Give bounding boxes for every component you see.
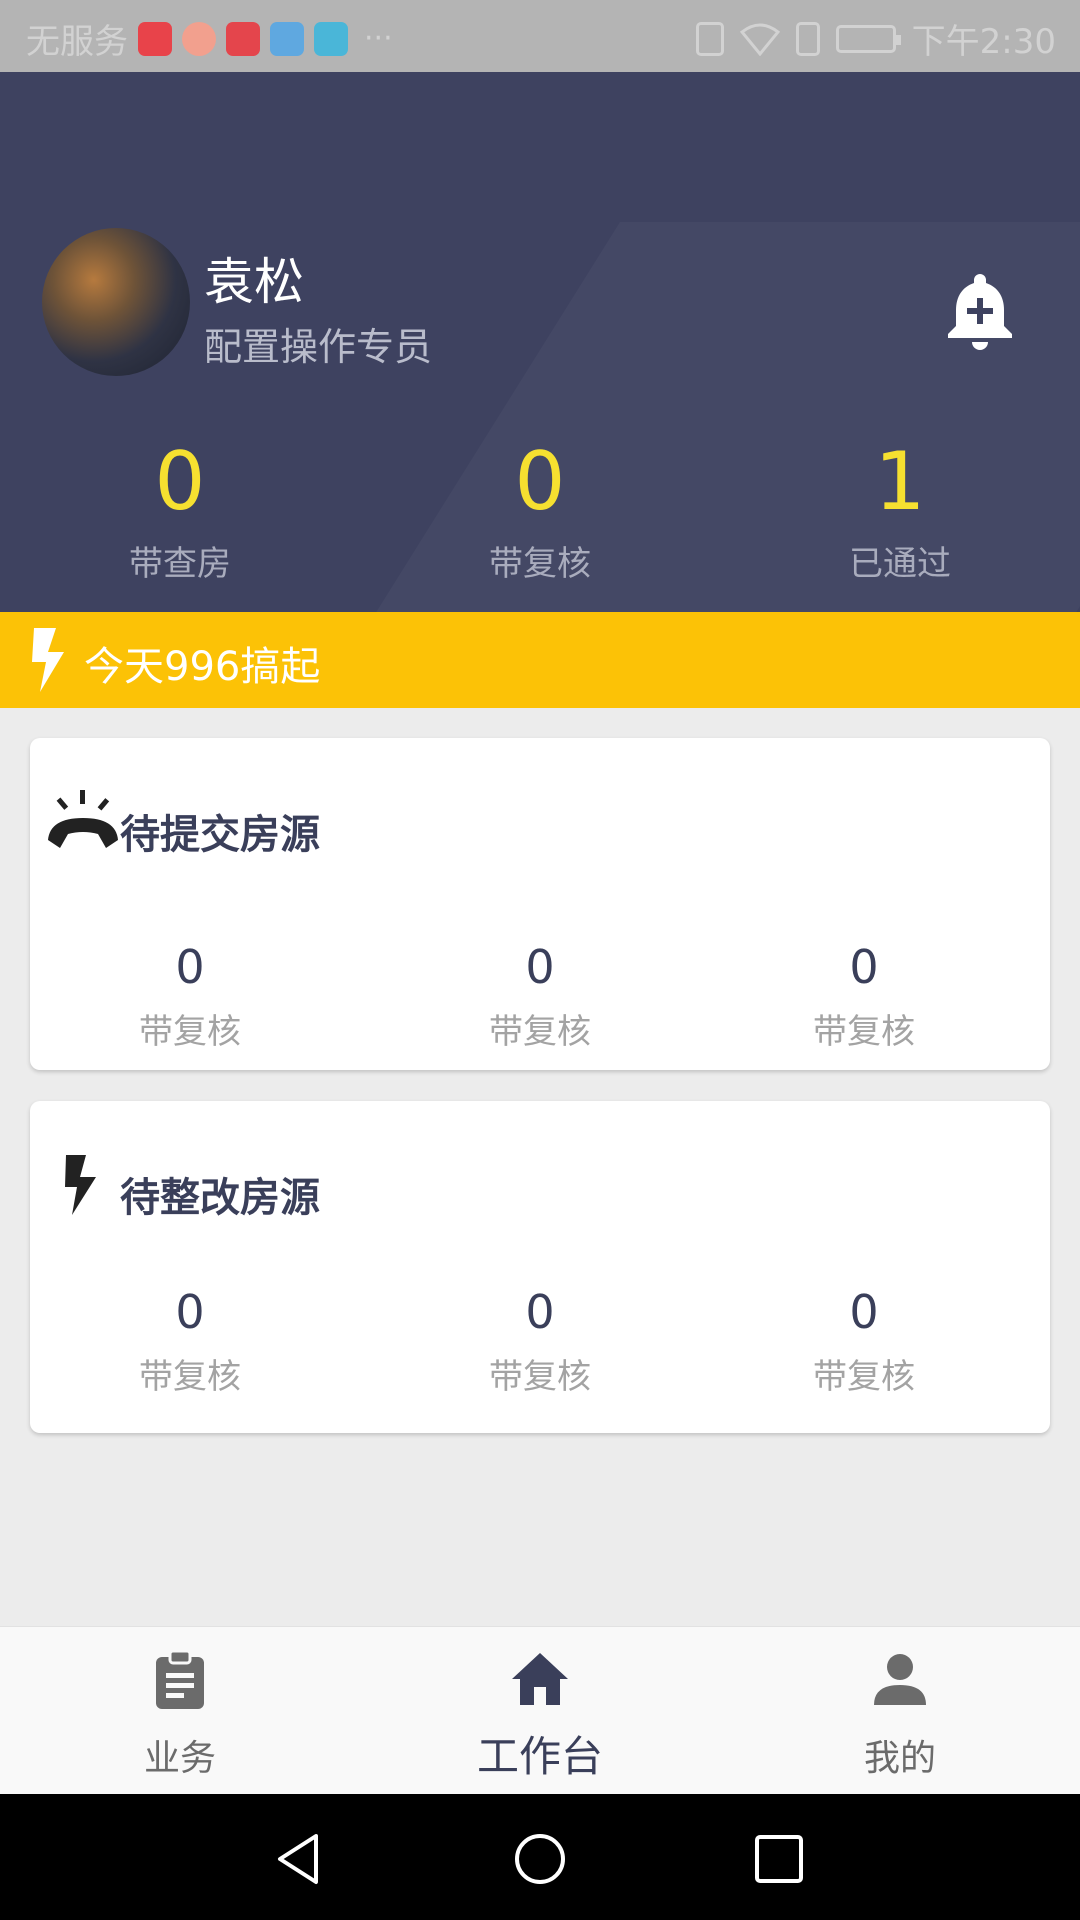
card-stat-label: 带复核 bbox=[813, 1012, 915, 1052]
more-notifications-icon: ··· bbox=[364, 21, 393, 56]
system-nav-bar bbox=[0, 1794, 1080, 1920]
person-icon bbox=[874, 1654, 926, 1705]
card-title: 待整改房源 bbox=[120, 1175, 320, 1221]
card-pending-submit: 待提交房源 0 带复核 0 带复核 0 带复核 bbox=[30, 738, 1050, 1070]
stat-value: 1 bbox=[874, 435, 926, 528]
back-icon[interactable] bbox=[272, 1832, 326, 1886]
stat-pending-check[interactable]: 0 带查房 bbox=[30, 442, 330, 585]
card-stat-label: 带复核 bbox=[489, 1012, 591, 1052]
lightning-icon bbox=[65, 1155, 96, 1215]
card-stat-value: 0 bbox=[175, 940, 205, 994]
banner-text: 今天996搞起 bbox=[84, 644, 321, 690]
vibrate-icon bbox=[695, 21, 724, 56]
card-stat-label: 带复核 bbox=[139, 1357, 241, 1397]
home-icon bbox=[512, 1653, 568, 1705]
card-stat-label: 带复核 bbox=[139, 1012, 241, 1052]
clipboard-icon bbox=[156, 1649, 204, 1709]
stat-label: 带复核 bbox=[489, 544, 591, 584]
card-stat[interactable]: 0 带复核 bbox=[704, 1289, 1024, 1398]
profile-header: 袁松 配置操作专员 0 带查房 0 带复核 1 已通过 bbox=[0, 72, 1080, 612]
avatar[interactable] bbox=[42, 228, 190, 376]
card-title: 待提交房源 bbox=[120, 812, 320, 858]
nav-label: 工作台 bbox=[476, 1732, 603, 1781]
recents-icon[interactable] bbox=[752, 1832, 806, 1886]
user-role: 配置操作专员 bbox=[204, 325, 433, 369]
clock-text: 下午2:30 bbox=[911, 22, 1056, 62]
user-name: 袁松 bbox=[204, 253, 304, 311]
nav-label: 业务 bbox=[143, 1738, 216, 1779]
phone-ringing-icon bbox=[48, 790, 118, 848]
stat-label: 带查房 bbox=[129, 544, 231, 584]
bottom-nav: 业务 工作台 我的 bbox=[0, 1626, 1080, 1795]
card-stat[interactable]: 0 带复核 bbox=[30, 1289, 350, 1398]
app-notification-icon bbox=[182, 21, 216, 56]
stat-label: 已通过 bbox=[849, 544, 951, 584]
battery-icon bbox=[835, 24, 901, 53]
card-stat-label: 带复核 bbox=[489, 1357, 591, 1397]
card-stat[interactable]: 0 带复核 bbox=[380, 1289, 700, 1398]
app-notification-icon bbox=[138, 21, 172, 56]
status-bar: 无服务 ··· 下午2:30 bbox=[0, 0, 1080, 72]
app-notification-icon bbox=[226, 21, 260, 56]
card-pending-fix: 待整改房源 0 带复核 0 带复核 0 带复核 bbox=[30, 1101, 1050, 1433]
app-notification-icon bbox=[314, 21, 348, 56]
card-stat-value: 0 bbox=[849, 940, 879, 994]
sim-alert-icon bbox=[795, 21, 820, 56]
nav-item-workbench[interactable]: 工作台 bbox=[390, 1627, 690, 1795]
home-circle-icon[interactable] bbox=[513, 1832, 567, 1886]
status-left: 无服务 ··· bbox=[26, 14, 393, 63]
nav-label: 我的 bbox=[863, 1738, 936, 1779]
lightning-icon bbox=[32, 628, 64, 692]
app-notification-icon bbox=[270, 21, 304, 56]
stat-pending-review[interactable]: 0 带复核 bbox=[390, 442, 690, 585]
card-stat-label: 带复核 bbox=[813, 1357, 915, 1397]
nav-item-business[interactable]: 业务 bbox=[30, 1627, 330, 1795]
stat-value: 0 bbox=[514, 435, 566, 528]
card-stat-value: 0 bbox=[525, 1285, 555, 1339]
nav-item-mine[interactable]: 我的 bbox=[750, 1627, 1050, 1795]
card-stat-value: 0 bbox=[175, 1285, 205, 1339]
carrier-text: 无服务 bbox=[26, 22, 128, 62]
stat-value: 0 bbox=[154, 435, 206, 528]
stat-approved[interactable]: 1 已通过 bbox=[750, 442, 1050, 585]
status-right: 下午2:30 bbox=[695, 14, 1056, 63]
bell-plus-icon[interactable] bbox=[938, 268, 1022, 352]
card-stat[interactable]: 0 带复核 bbox=[380, 944, 700, 1053]
card-stat-value: 0 bbox=[525, 940, 555, 994]
card-stat[interactable]: 0 带复核 bbox=[704, 944, 1024, 1053]
card-stat[interactable]: 0 带复核 bbox=[30, 944, 350, 1053]
motivation-banner: 今天996搞起 bbox=[0, 612, 1080, 708]
wifi-icon bbox=[739, 23, 780, 56]
card-stat-value: 0 bbox=[849, 1285, 879, 1339]
